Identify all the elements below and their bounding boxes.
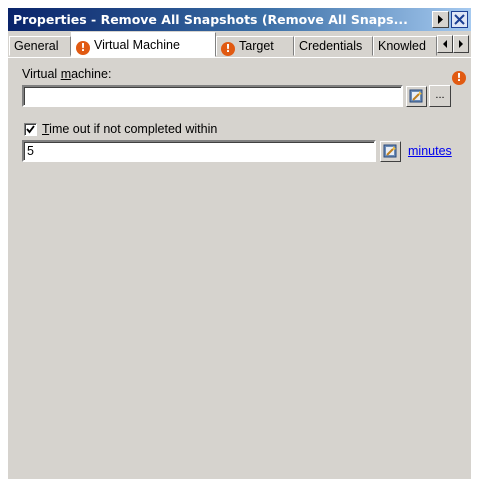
close-button[interactable] [451,11,468,28]
window-title: Properties - Remove All Snapshots (Remov… [13,12,408,27]
checkmark-icon [26,125,35,134]
timeout-input[interactable]: 5 [22,140,376,162]
virtual-machine-label: Virtual machine: [22,67,112,81]
tab-general[interactable]: General [9,36,71,56]
tab-scroll-left-button[interactable] [437,35,453,53]
title-bar[interactable]: Properties - Remove All Snapshots (Remov… [8,8,471,31]
tab-strip: General ! Virtual Machine ! Target Credent… [8,31,471,57]
arrow-right-icon [438,15,443,24]
tab-credentials-label: Credentials [299,39,363,53]
arrow-right-icon [459,40,463,48]
virtual-machine-panel: Virtual machine: ! ... Time out if not c… [8,57,471,479]
warning-icon: ! [452,68,466,85]
timeout-variable-button[interactable] [380,141,401,162]
tab-knowledge[interactable]: Knowled [373,36,437,56]
timeout-checkbox[interactable] [24,123,37,136]
tab-credentials[interactable]: Credentials [294,36,373,56]
arrow-left-icon [443,40,447,48]
close-icon [454,14,465,25]
tab-general-label: General [14,39,59,53]
tab-target-label: Target [239,39,274,53]
timeout-label[interactable]: Time out if not completed within [42,122,217,136]
units-link[interactable]: minutes [408,144,452,158]
pick-variable-icon [383,144,397,158]
pick-variable-icon [409,89,423,103]
properties-window: Properties - Remove All Snapshots (Remov… [8,8,471,479]
virtual-machine-input[interactable] [22,85,403,107]
tab-knowledge-label: Knowled [378,39,426,53]
tab-scroll-right-button[interactable] [453,35,469,53]
warning-icon: ! [221,42,235,56]
variable-picker-button[interactable] [406,86,427,107]
menu-button[interactable] [432,11,449,28]
warning-icon: ! [76,41,90,55]
browse-button[interactable]: ... [429,85,451,107]
tab-virtual-machine-label: Virtual Machine [94,38,180,52]
tab-virtual-machine[interactable]: ! Virtual Machine [71,32,216,57]
tab-target[interactable]: ! Target [216,36,294,56]
